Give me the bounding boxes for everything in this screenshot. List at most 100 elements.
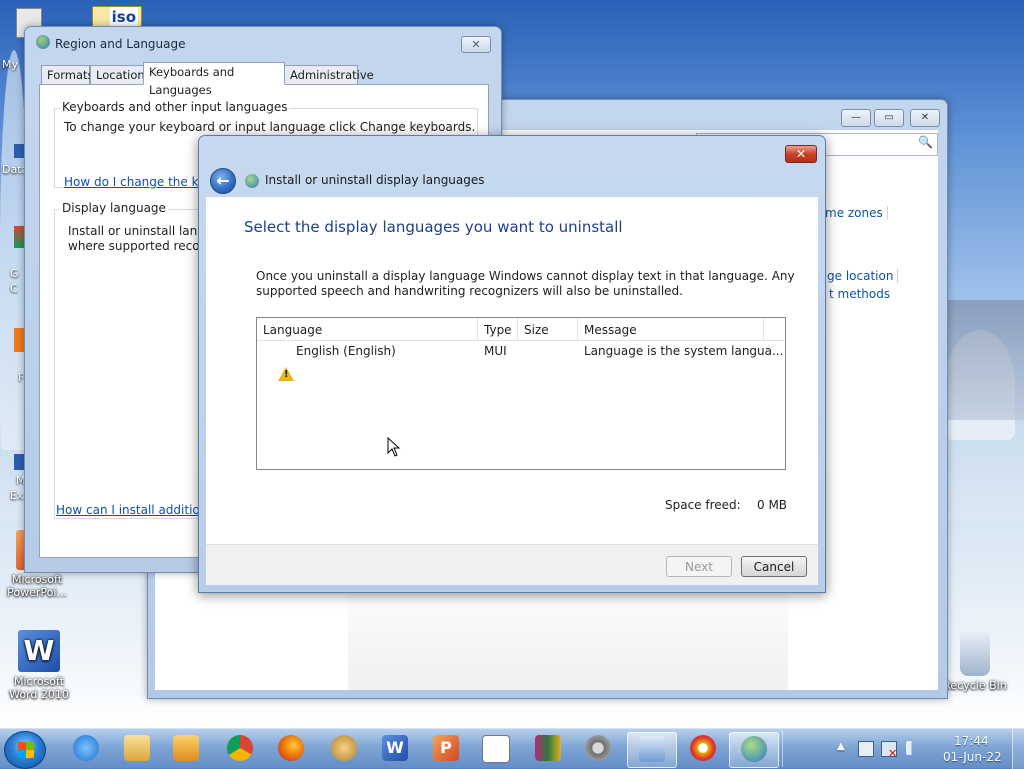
taskbar-region-language[interactable] bbox=[729, 732, 779, 768]
table-row[interactable]: ! English (English) MUI Language is the … bbox=[257, 341, 785, 381]
column-header-size[interactable]: Size bbox=[518, 318, 578, 340]
show-desktop-button[interactable] bbox=[1012, 729, 1024, 769]
taskbar: W P ▲ ✕ 17:44 01-Jun-22 bbox=[0, 728, 1024, 769]
location-link[interactable]: ge location bbox=[827, 269, 893, 283]
taskbar-winrar[interactable] bbox=[524, 732, 572, 766]
desktop-mountain bbox=[948, 300, 1024, 420]
desktop-icon-label: Microsoft bbox=[13, 675, 65, 688]
taskbar-file-explorer[interactable] bbox=[113, 732, 161, 766]
volume-icon[interactable] bbox=[906, 741, 920, 755]
desktop-icon-label: PowerPoi... bbox=[7, 586, 67, 599]
desktop-icon-label: Ex bbox=[10, 489, 24, 502]
taskbar-solitaire[interactable] bbox=[471, 732, 519, 766]
display-language-description: where supported recogni bbox=[68, 239, 219, 253]
taskbar-security[interactable] bbox=[679, 732, 727, 766]
close-button[interactable]: ✕ bbox=[785, 145, 817, 163]
desktop-icon-recycle-bin[interactable]: Recycle Bin bbox=[940, 632, 1010, 692]
page-heading: Select the display languages you want to… bbox=[244, 218, 623, 236]
mouse-cursor-icon bbox=[387, 436, 401, 460]
space-freed-value: 0 MB bbox=[757, 498, 788, 512]
desktop-icon-label: Recycle Bin bbox=[943, 679, 1007, 692]
input-methods-link[interactable]: t methods bbox=[829, 287, 890, 301]
install-additional-languages-link[interactable]: How can I install additional bbox=[56, 503, 218, 517]
playing-card-icon bbox=[482, 735, 510, 763]
list-header: Language Type Size Message bbox=[257, 318, 785, 341]
tab-formats[interactable]: Formats bbox=[41, 65, 94, 85]
page-description: Once you uninstall a display language Wi… bbox=[256, 269, 795, 298]
network-error-icon: ✕ bbox=[888, 747, 898, 760]
taskbar-internet-explorer[interactable] bbox=[62, 732, 110, 766]
desktop-icon-label: Word 2010 bbox=[9, 688, 69, 701]
globe-icon bbox=[245, 174, 259, 188]
recycle-bin-icon bbox=[960, 632, 990, 676]
close-button[interactable]: ✕ bbox=[461, 36, 491, 53]
paint-palette-icon bbox=[331, 735, 357, 761]
archive-icon bbox=[535, 735, 561, 761]
divider bbox=[887, 206, 888, 220]
tab-administrative[interactable]: Administrative bbox=[284, 65, 374, 85]
cancel-button[interactable]: Cancel bbox=[741, 556, 807, 577]
groupbox-title: Display language bbox=[60, 201, 168, 215]
tab-keyboards-and-languages[interactable]: Keyboards and Languages bbox=[143, 62, 285, 97]
security-shield-icon bbox=[690, 735, 716, 761]
time-zones-link[interactable]: me zones bbox=[825, 206, 883, 220]
next-button[interactable]: Next bbox=[666, 556, 732, 577]
maximize-button[interactable]: ▭ bbox=[874, 109, 904, 127]
media-player-icon bbox=[173, 735, 199, 761]
keyboards-description: To change your keyboard or input languag… bbox=[64, 120, 476, 134]
space-freed-label: Space freed: bbox=[665, 498, 741, 512]
search-icon: 🔍 bbox=[918, 135, 933, 149]
taskbar-control-panel[interactable] bbox=[627, 732, 677, 768]
taskbar-powerpoint[interactable]: P bbox=[422, 732, 470, 766]
tab-location[interactable]: Location bbox=[90, 65, 145, 85]
back-arrow-icon[interactable]: ← bbox=[210, 168, 236, 194]
iso-label: iso bbox=[109, 7, 138, 27]
install-uninstall-display-languages-dialog: ✕ ← Install or uninstall display languag… bbox=[198, 135, 826, 593]
globe-icon bbox=[741, 736, 767, 762]
desktop-icon-label: Microsoft bbox=[11, 573, 63, 586]
taskbar-paint[interactable] bbox=[320, 732, 368, 766]
groupbox-title: Keyboards and other input languages bbox=[60, 100, 290, 114]
powerpoint-icon: P bbox=[433, 735, 459, 761]
dialog-body: Select the display languages you want to… bbox=[206, 197, 818, 544]
globe-icon bbox=[36, 35, 50, 49]
chrome-icon bbox=[227, 735, 253, 761]
clock-time[interactable]: 17:44 bbox=[954, 734, 989, 748]
taskbar-word[interactable]: W bbox=[371, 732, 419, 766]
control-panel-icon bbox=[639, 736, 665, 762]
dialog-title: Install or uninstall display languages bbox=[265, 173, 485, 187]
show-hidden-icons-arrow[interactable]: ▲ bbox=[837, 741, 845, 752]
row-language: English (English) bbox=[296, 344, 396, 358]
word-icon: W bbox=[382, 735, 408, 761]
languages-list[interactable]: Language Type Size Message ! English (En… bbox=[256, 317, 786, 470]
row-type: MUI bbox=[484, 344, 507, 358]
column-header-message[interactable]: Message bbox=[578, 318, 764, 340]
taskbar-media-player[interactable] bbox=[162, 732, 210, 766]
minimize-button[interactable]: — bbox=[841, 109, 871, 127]
folder-icon bbox=[124, 735, 150, 761]
desktop-icon-word[interactable]: W Microsoft Word 2010 bbox=[4, 630, 74, 701]
column-header-type[interactable]: Type bbox=[478, 318, 518, 340]
clock-date[interactable]: 01-Jun-22 bbox=[943, 750, 1002, 764]
taskbar-settings[interactable] bbox=[574, 732, 622, 766]
warning-icon-mark: ! bbox=[284, 369, 289, 380]
desktop-icon-label: C bbox=[10, 282, 18, 295]
action-center-icon[interactable] bbox=[858, 741, 874, 757]
desktop-icon-label: G bbox=[10, 267, 19, 280]
column-header-language[interactable]: Language bbox=[257, 318, 478, 340]
change-keyboard-help-link[interactable]: How do I change the keyb bbox=[64, 175, 220, 189]
taskbar-chrome[interactable] bbox=[216, 732, 264, 766]
close-button[interactable]: ✕ bbox=[910, 109, 940, 127]
row-message: Language is the system langua... bbox=[584, 344, 784, 358]
gear-icon bbox=[585, 735, 611, 761]
internet-explorer-icon bbox=[73, 735, 99, 761]
word-icon: W bbox=[18, 630, 60, 672]
windows-logo-icon-lower bbox=[18, 750, 34, 758]
desktop-icon-label: My bbox=[2, 58, 19, 71]
window-title: Region and Language bbox=[55, 37, 186, 51]
dialog-footer: Next Cancel bbox=[206, 544, 818, 585]
divider bbox=[897, 269, 898, 283]
taskbar-scroll[interactable] bbox=[782, 731, 795, 767]
taskbar-firefox[interactable] bbox=[267, 732, 315, 766]
start-button[interactable] bbox=[4, 731, 46, 769]
